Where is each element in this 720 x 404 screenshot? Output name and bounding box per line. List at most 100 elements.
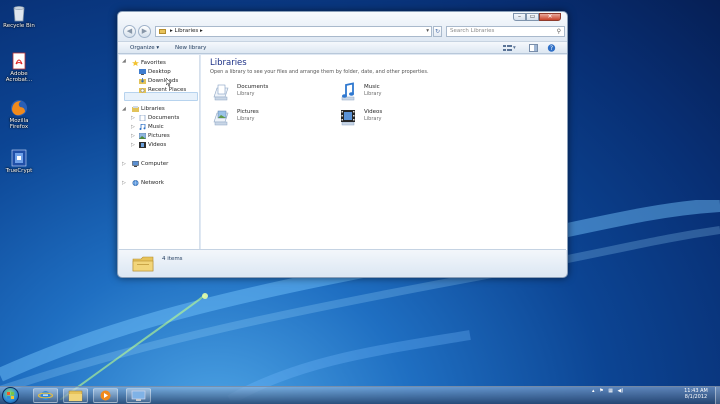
back-arrow-icon: ◀ xyxy=(126,27,133,35)
pictures-expand-icon[interactable]: ▷ xyxy=(131,133,135,140)
new-library-button[interactable]: New library xyxy=(175,44,206,52)
nav-music[interactable]: Music xyxy=(139,124,164,131)
recycle-bin-icon xyxy=(10,4,28,22)
windows-logo-icon xyxy=(7,392,14,399)
search-input[interactable]: Search Libraries ⚲ xyxy=(446,26,565,37)
pictures-icon xyxy=(139,133,146,139)
firefox-icon xyxy=(10,99,28,117)
command-bar: Organize ▾ New library ▾ ? xyxy=(118,41,567,54)
address-segment-libraries[interactable]: Libraries xyxy=(175,28,199,34)
refresh-icon: ↻ xyxy=(434,28,441,35)
navigation-pane: ◢ Favorites Desktop Downloads Recent Pla… xyxy=(119,55,200,250)
clock[interactable]: 11:43 AM 8/1/2012 xyxy=(680,388,712,400)
forward-button[interactable]: ▶ xyxy=(138,25,151,38)
network-expand-icon[interactable]: ▷ xyxy=(122,180,126,187)
media-player-icon xyxy=(100,390,111,401)
truecrypt-shortcut[interactable]: TrueCrypt xyxy=(2,149,36,174)
documents-icon xyxy=(139,115,146,121)
view-dropdown-icon[interactable]: ▾ xyxy=(513,44,516,52)
adobe-acrobat-label: Adobe Acrobat... xyxy=(5,71,33,83)
libraries-icon xyxy=(132,106,139,112)
refresh-button[interactable]: ↻ xyxy=(433,26,442,37)
nav-network[interactable]: Network xyxy=(132,180,164,187)
address-separator: ▸ xyxy=(170,28,173,34)
start-button[interactable] xyxy=(2,387,19,404)
truecrypt-label: TrueCrypt xyxy=(5,168,33,174)
truecrypt-icon xyxy=(10,149,28,167)
libraries-folder-icon xyxy=(159,29,166,34)
firefox-shortcut[interactable]: Mozilla Firefox xyxy=(2,99,36,130)
adobe-acrobat-icon xyxy=(10,52,28,70)
show-desktop-button[interactable] xyxy=(715,387,720,404)
remote-desktop-icon xyxy=(131,390,146,401)
nav-recent-places[interactable]: Recent Places xyxy=(139,87,186,94)
taskbar-media-player[interactable] xyxy=(93,388,118,403)
caption-buttons: – ▭ ✕ xyxy=(513,13,561,21)
videos-icon xyxy=(139,142,146,148)
network-status-icon[interactable]: ▦ xyxy=(608,388,613,394)
nav-downloads[interactable]: Downloads xyxy=(139,78,178,85)
computer-icon xyxy=(132,161,139,167)
minimize-icon: – xyxy=(518,13,521,20)
close-icon: ✕ xyxy=(547,13,553,20)
computer-expand-icon[interactable]: ▷ xyxy=(122,161,126,168)
favorites-star-icon xyxy=(132,60,139,66)
recycle-bin-label: Recycle Bin xyxy=(3,23,35,29)
music-icon xyxy=(139,124,146,130)
taskbar-windows-explorer[interactable] xyxy=(63,388,88,403)
volume-icon[interactable]: ◀) xyxy=(618,388,624,394)
recent-places-icon xyxy=(139,88,146,93)
library-videos[interactable]: Videos Library xyxy=(338,107,458,129)
flag-icon[interactable]: ⚑ xyxy=(599,388,603,394)
preview-pane-icon[interactable] xyxy=(529,44,538,52)
nav-libraries[interactable]: Libraries xyxy=(132,106,165,113)
library-music[interactable]: Music Library xyxy=(338,82,458,104)
firefox-label: Mozilla Firefox xyxy=(9,118,29,130)
videos-library-icon xyxy=(341,110,355,126)
documents-library-icon xyxy=(213,84,229,101)
nav-documents[interactable]: Documents xyxy=(139,115,179,122)
libraries-expand-icon[interactable]: ◢ xyxy=(122,106,126,113)
help-icon[interactable]: ? xyxy=(547,44,556,52)
videos-expand-icon[interactable]: ▷ xyxy=(131,142,135,149)
show-hidden-icons[interactable]: ▴ xyxy=(592,388,595,394)
organize-button[interactable]: Organize ▾ xyxy=(130,44,159,52)
taskbar-remote-desktop[interactable] xyxy=(126,388,151,403)
adobe-acrobat-shortcut[interactable]: Adobe Acrobat... xyxy=(2,52,36,83)
maximize-icon: ▭ xyxy=(529,13,536,20)
search-icon: ⚲ xyxy=(556,28,561,35)
libraries-content: Libraries Open a library to see your fil… xyxy=(201,55,567,250)
address-dropdown-icon[interactable]: ▾ xyxy=(426,27,429,36)
windows-explorer-icon xyxy=(68,390,83,402)
change-view-icon[interactable] xyxy=(503,44,512,52)
desktop-icon xyxy=(139,69,146,75)
address-bar[interactable]: ▸ Libraries ▸ ▾ xyxy=(155,26,432,37)
libraries-large-icon xyxy=(132,256,154,272)
back-button[interactable]: ◀ xyxy=(123,25,136,38)
forward-arrow-icon: ▶ xyxy=(141,27,148,35)
pictures-library-icon xyxy=(213,110,229,126)
page-title: Libraries xyxy=(210,58,247,68)
svg-text:?: ? xyxy=(550,45,553,52)
recycle-bin-shortcut[interactable]: Recycle Bin xyxy=(2,4,36,29)
documents-expand-icon[interactable]: ▷ xyxy=(131,115,135,122)
nav-desktop[interactable]: Desktop xyxy=(139,69,171,76)
nav-computer[interactable]: Computer xyxy=(132,161,168,168)
taskbar-internet-explorer[interactable] xyxy=(33,388,58,403)
clock-date: 8/1/2012 xyxy=(684,394,708,400)
nav-videos[interactable]: Videos xyxy=(139,142,166,149)
nav-favorites[interactable]: Favorites xyxy=(132,60,166,67)
libraries-window[interactable]: – ▭ ✕ ◀ ▶ ▸ Libraries ▸ ▾ ↻ Search Libra… xyxy=(117,11,568,278)
item-count: 4 items xyxy=(162,256,183,262)
favorites-expand-icon[interactable]: ◢ xyxy=(122,58,126,65)
close-button[interactable]: ✕ xyxy=(539,13,561,21)
minimize-button[interactable]: – xyxy=(513,13,526,21)
maximize-button[interactable]: ▭ xyxy=(526,13,539,21)
music-expand-icon[interactable]: ▷ xyxy=(131,124,135,131)
library-documents[interactable]: Documents Library xyxy=(211,82,331,104)
downloads-icon xyxy=(139,78,146,84)
nav-pictures[interactable]: Pictures xyxy=(139,133,170,140)
library-pictures[interactable]: Pictures Library xyxy=(211,107,331,129)
page-subtitle: Open a library to see your files and arr… xyxy=(210,69,429,75)
internet-explorer-icon xyxy=(38,391,53,400)
